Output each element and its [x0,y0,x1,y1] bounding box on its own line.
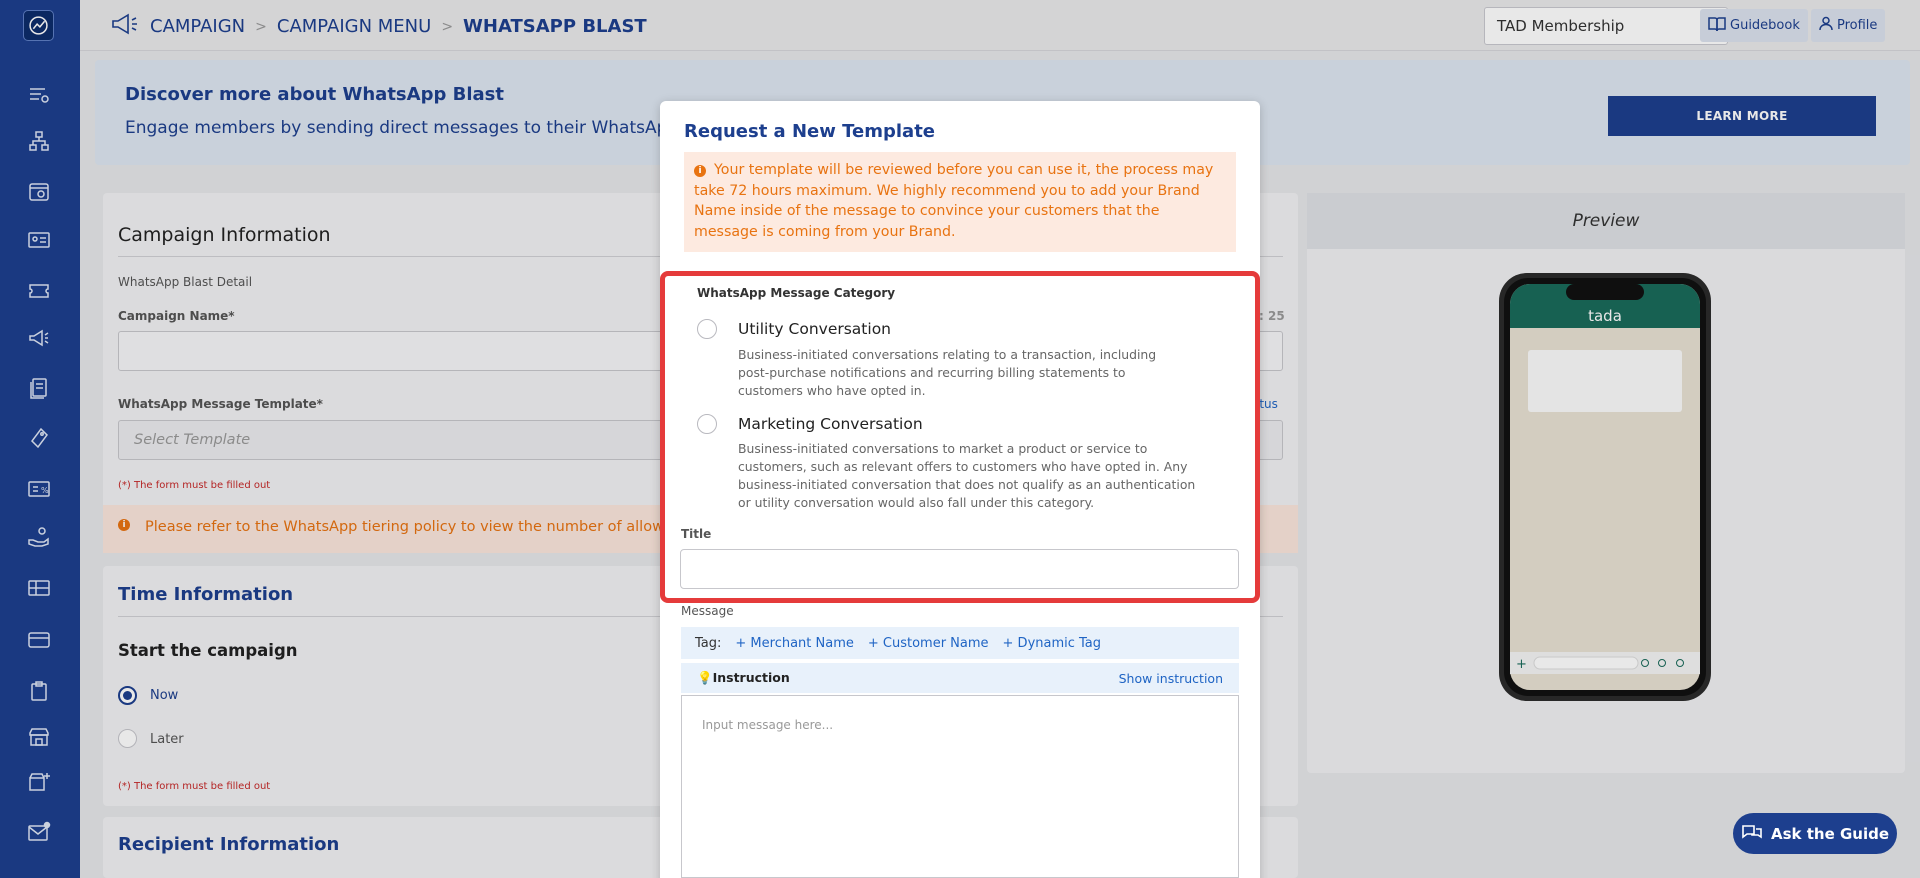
lightbulb-icon: 💡 [697,670,713,685]
chat-bubbles-icon [1741,823,1763,845]
tag-bar: Tag: + Merchant Name + Customer Name + D… [681,627,1239,659]
tag-dynamic[interactable]: + Dynamic Tag [1003,636,1102,651]
review-warning: i Your template will be reviewed before y… [684,152,1236,252]
tag-customer-name[interactable]: + Customer Name [868,636,989,651]
show-instruction-link[interactable]: Show instruction [1119,671,1223,686]
message-placeholder: Input message here... [702,718,834,732]
ask-the-guide-label: Ask the Guide [1770,824,1890,843]
instruction-title: 💡Instruction [697,670,790,686]
info-icon: i [694,165,706,177]
instruction-label: Instruction [712,670,790,685]
highlight-box [660,271,1260,603]
tag-merchant-name[interactable]: + Merchant Name [735,636,853,651]
modal-title: Request a New Template [684,121,936,142]
message-textarea[interactable]: Input message here... [681,695,1239,878]
message-label: Message [681,604,734,618]
tag-label: Tag: [695,635,722,651]
ask-the-guide-button[interactable]: Ask the Guide [1733,813,1897,854]
review-warning-text: Your template will be reviewed before yo… [694,162,1214,240]
instruction-bar: 💡Instruction Show instruction [681,663,1239,693]
